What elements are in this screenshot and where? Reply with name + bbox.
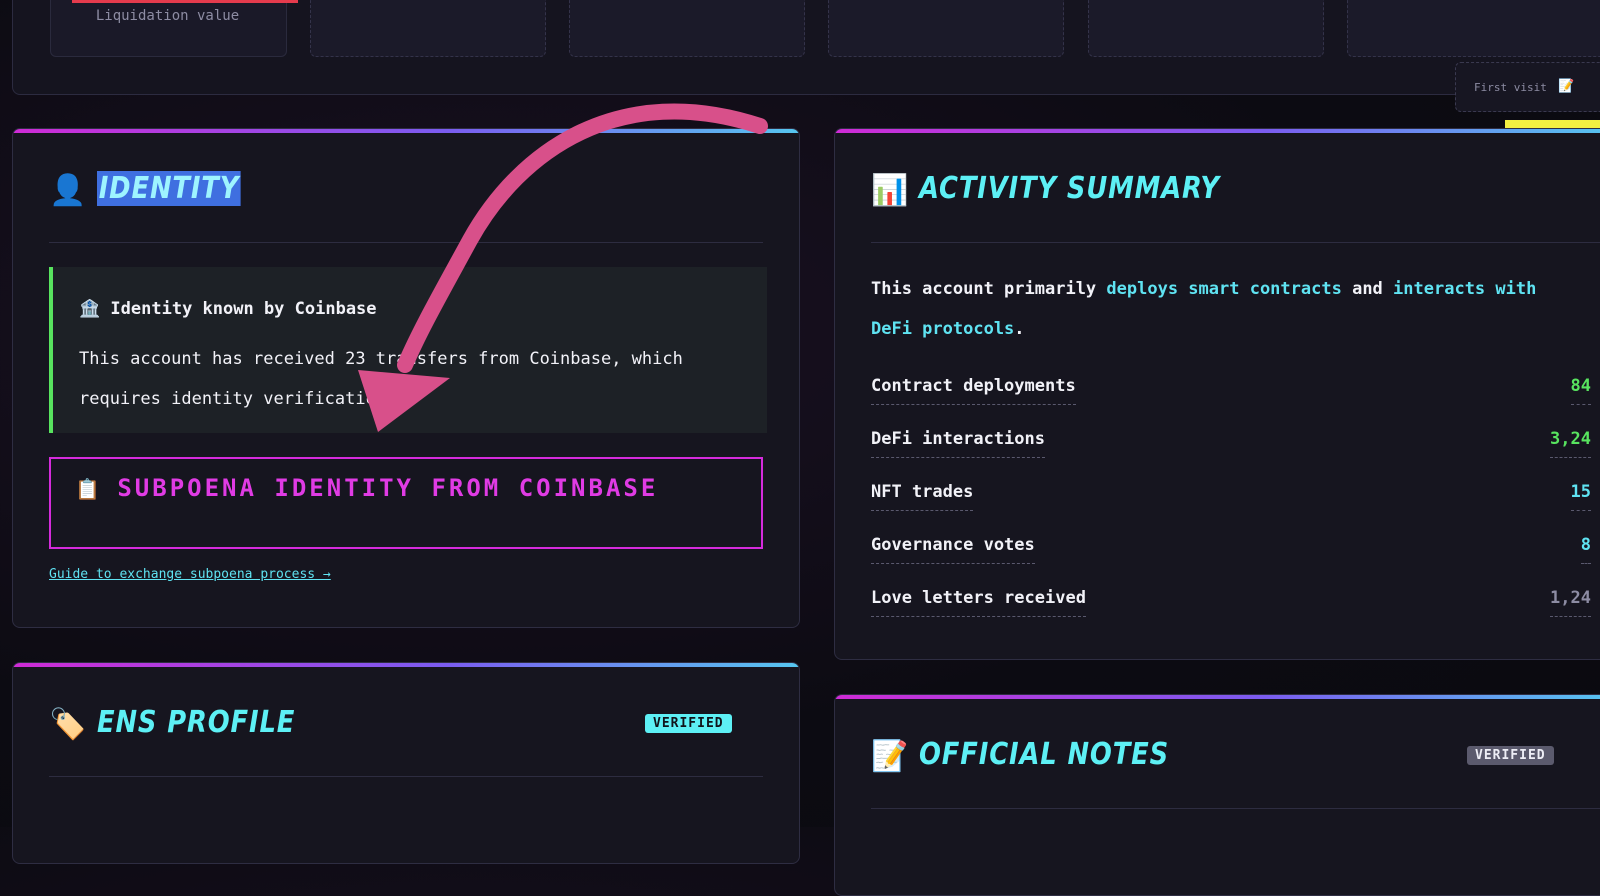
activity-summary-title: Activity Summary [919, 171, 1220, 206]
stat-row-governance-votes: Governance votes 8 [871, 529, 1591, 569]
stat-row-love-letters: Love letters received 1,24 [871, 582, 1591, 622]
bar-chart-icon: 📊 [871, 173, 909, 208]
subpoena-button[interactable]: 📋 Subpoena identity from Coinbase [49, 457, 763, 549]
stat-card [1088, 0, 1324, 57]
verified-badge: VERIFIED [1467, 746, 1554, 765]
bank-icon: 🏦 [79, 299, 101, 319]
divider [49, 242, 763, 243]
stat-card [828, 0, 1064, 57]
official-notes-panel: 📝 Official Notes VERIFIED [834, 694, 1600, 896]
stat-card [1347, 0, 1600, 57]
subpoena-button-label: Subpoena identity from Coinbase [117, 474, 659, 502]
divider [871, 808, 1600, 809]
stat-card [569, 0, 805, 57]
activity-summary-text: This account primarily deploys smart con… [871, 279, 1537, 339]
identity-info-box: 🏦 Identity known by Coinbase This accoun… [49, 267, 767, 433]
liquidation-bar [72, 0, 298, 3]
ens-profile-panel: 🏷️ ENS Profile VERIFIED [12, 662, 800, 864]
info-icon[interactable]: i [396, 390, 415, 408]
verified-badge: VERIFIED [645, 714, 732, 733]
divider [49, 776, 763, 777]
memo-icon: 📝 [1558, 79, 1575, 94]
stat-card [310, 0, 546, 57]
first-visit-card: First visit 📝 [1455, 62, 1600, 112]
stat-row-contract-deployments: Contract deployments 84 [871, 370, 1591, 410]
identity-panel: 👤 Identity 🏦 Identity known by Coinbase … [12, 128, 800, 628]
liquidation-label: Liquidation value [95, 8, 240, 24]
clipboard-icon: 📋 [75, 477, 100, 501]
subpoena-guide-link[interactable]: Guide to exchange subpoena process → [49, 567, 331, 582]
ens-profile-title: ENS Profile [97, 705, 296, 740]
official-notes-title: Official Notes [919, 737, 1170, 772]
label-icon: 🏷️ [49, 707, 87, 742]
divider [871, 242, 1600, 243]
activity-summary-panel: 📊 Activity Summary This account primaril… [834, 128, 1600, 660]
identity-info-body: This account has received 23 transfers f… [79, 349, 683, 409]
identity-info-title: 🏦 Identity known by Coinbase [79, 299, 377, 319]
stat-row-defi-interactions: DeFi interactions 3,24 [871, 423, 1591, 463]
first-visit-label: First visit [1474, 81, 1547, 94]
stat-row-nft-trades: NFT trades 15 [871, 476, 1591, 516]
memo-icon: 📝 [871, 739, 909, 774]
identity-title: Identity [97, 171, 242, 206]
user-icon: 👤 [49, 173, 87, 208]
